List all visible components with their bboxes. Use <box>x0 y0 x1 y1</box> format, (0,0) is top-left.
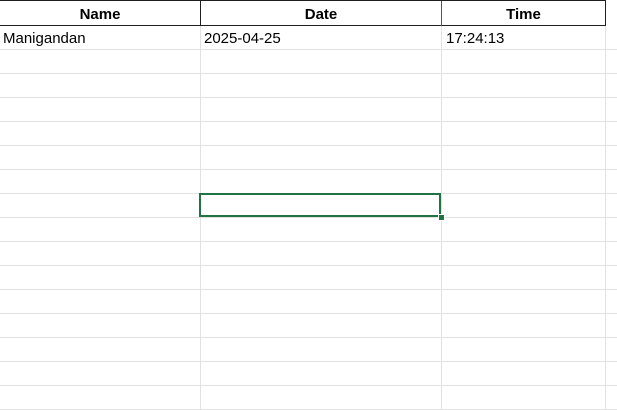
cell-name[interactable]: Manigandan <box>3 26 198 50</box>
active-cell-selection[interactable] <box>199 193 441 217</box>
row-gridline <box>0 169 617 170</box>
row-gridline <box>0 289 617 290</box>
row-gridline <box>0 97 617 98</box>
fill-handle[interactable] <box>438 214 445 221</box>
header-cell-time[interactable]: Time <box>442 1 605 25</box>
column-gridline <box>605 0 606 410</box>
row-gridline <box>0 265 617 266</box>
header-cell-name[interactable]: Name <box>0 1 200 25</box>
header-row: Name Date Time <box>0 0 606 26</box>
header-right-border <box>605 0 606 26</box>
row-gridline <box>0 241 617 242</box>
header-cell-date[interactable]: Date <box>201 1 441 25</box>
spreadsheet-grid: Name Date Time Manigandan 2025-04-25 17:… <box>0 0 617 410</box>
row-gridline <box>0 121 617 122</box>
row-gridline <box>0 337 617 338</box>
row-gridline <box>0 145 617 146</box>
row-gridline <box>0 217 617 218</box>
row-gridline <box>0 313 617 314</box>
cell-date[interactable]: 2025-04-25 <box>204 26 439 50</box>
cell-time[interactable]: 17:24:13 <box>446 26 604 50</box>
row-gridline <box>0 385 617 386</box>
row-gridline <box>0 361 617 362</box>
row-gridline <box>0 73 617 74</box>
column-gridline <box>441 0 442 410</box>
